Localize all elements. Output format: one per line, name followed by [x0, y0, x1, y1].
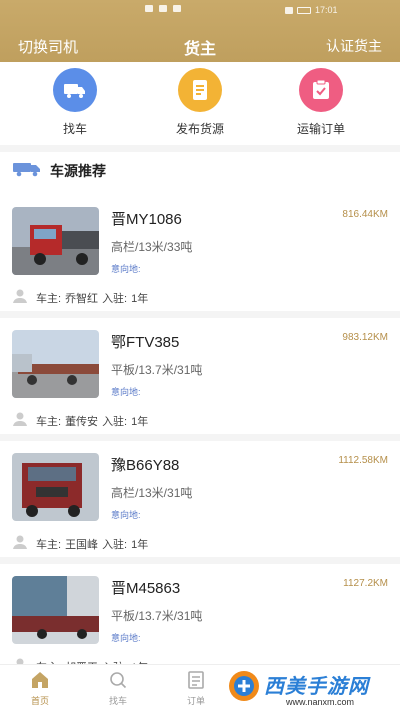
recommend-section-header: 车源推荐 — [12, 160, 106, 182]
truck-icon — [53, 68, 97, 112]
distance: 816.44KM — [342, 209, 388, 220]
destination-label: 意向地: — [111, 633, 141, 643]
tab-orders[interactable]: 订单 — [166, 670, 226, 707]
battery-icon — [297, 6, 311, 14]
owner-label: 车主: — [36, 415, 62, 428]
joined-label: 入驻: — [102, 415, 128, 428]
joined-value: 1年 — [131, 292, 149, 305]
app-root: 17:01 切换司机 货主 认证货主 找车 发布货源 运输订单 车源推荐 晋MY… — [0, 0, 400, 711]
destination-label: 意向地: — [111, 510, 141, 520]
vehicle-card[interactable]: 晋MY1086 816.44KM 高栏/13米/33吨 意向地: 车主: 乔智红… — [0, 195, 400, 318]
find-truck-label: 找车 — [62, 122, 87, 136]
joined-value: 1年 — [131, 415, 149, 428]
owner-name: 王国峰 — [65, 538, 99, 551]
publish-cargo-label: 发布货源 — [175, 122, 224, 136]
header-bar: 17:01 切换司机 货主 认证货主 — [0, 0, 400, 62]
vehicle-card[interactable]: 鄂FTV385 983.12KM 平板/13.7米/31吨 意向地: 车主: 董… — [0, 318, 400, 441]
owner-row: 车主: 王国峰 入驻: 1年 — [12, 534, 148, 553]
order-list-icon — [166, 670, 226, 692]
owner-label: 车主: — [36, 292, 62, 305]
owner-label: 车主: — [36, 538, 62, 551]
distance: 1112.58KM — [338, 455, 388, 466]
tab-find-truck[interactable]: 找车 — [88, 670, 148, 707]
search-truck-icon — [88, 670, 148, 692]
find-truck-action[interactable]: 找车 — [30, 68, 120, 137]
transport-orders-action[interactable]: 运输订单 — [276, 68, 366, 137]
destination-label: 意向地: — [111, 264, 141, 274]
plate-number: 豫B66Y88 — [111, 457, 180, 474]
user-icon — [12, 288, 28, 307]
status-icons-right: 17:01 — [285, 5, 338, 15]
section-title: 车源推荐 — [50, 163, 106, 179]
truck-spec: 平板/13.7米/31吨 — [111, 609, 203, 623]
section-divider — [0, 145, 400, 152]
alert-icon — [173, 5, 181, 12]
watermark: 西美手游网 www.nanxm.com — [222, 664, 400, 711]
truck-icon — [12, 161, 42, 182]
notification-icon — [145, 5, 153, 12]
tab-home[interactable]: 首页 — [10, 670, 70, 707]
vehicle-photo — [12, 207, 99, 275]
plate-number: 晋MY1086 — [111, 211, 182, 228]
transport-orders-label: 运输订单 — [296, 122, 345, 136]
verify-shipper-button[interactable]: 认证货主 — [326, 36, 382, 56]
vehicle-photo — [12, 330, 99, 398]
joined-label: 入驻: — [102, 538, 128, 551]
bottom-tab-bar: 首页 找车 订单 西美手游网 www.nanxm.com — [0, 664, 400, 711]
publish-cargo-action[interactable]: 发布货源 — [155, 68, 245, 137]
user-icon — [12, 411, 28, 430]
truck-spec: 平板/13.7米/31吨 — [111, 363, 203, 377]
destination-label: 意向地: — [111, 387, 141, 397]
watermark-logo-icon — [228, 670, 260, 707]
vehicle-photo — [12, 453, 99, 521]
distance: 1127.2KM — [343, 578, 388, 589]
tab-home-label: 首页 — [30, 696, 49, 706]
joined-label: 入驻: — [102, 292, 128, 305]
vehicle-photo — [12, 576, 99, 644]
status-time: 17:01 — [315, 5, 338, 15]
owner-row: 车主: 乔智红 入驻: 1年 — [12, 288, 148, 307]
status-bar: 17:01 — [0, 2, 400, 20]
owner-name: 董传安 — [65, 415, 99, 428]
vehicle-list: 晋MY1086 816.44KM 高栏/13米/33吨 意向地: 车主: 乔智红… — [0, 195, 400, 687]
watermark-url: www.nanxm.com — [286, 697, 355, 707]
plate-number: 晋M45863 — [111, 580, 181, 597]
owner-name: 乔智红 — [65, 292, 99, 305]
truck-spec: 高栏/13米/33吨 — [111, 240, 193, 254]
document-icon — [178, 68, 222, 112]
user-icon — [12, 534, 28, 553]
wifi-icon — [285, 6, 293, 14]
joined-value: 1年 — [131, 538, 149, 551]
tab-orders-label: 订单 — [186, 696, 205, 706]
watermark-text: 西美手游网 — [264, 676, 369, 698]
home-icon — [10, 670, 70, 692]
tab-find-truck-label: 找车 — [108, 696, 127, 706]
distance: 983.12KM — [342, 332, 388, 343]
plate-number: 鄂FTV385 — [111, 334, 180, 351]
status-icons-left — [145, 5, 181, 12]
truck-spec: 高栏/13米/31吨 — [111, 486, 193, 500]
owner-row: 车主: 董传安 入驻: 1年 — [12, 411, 148, 430]
signal-icon — [159, 5, 167, 12]
quick-actions: 找车 发布货源 运输订单 — [0, 68, 400, 138]
vehicle-card[interactable]: 豫B66Y88 1112.58KM 高栏/13米/31吨 意向地: 车主: 王国… — [0, 441, 400, 564]
order-icon — [299, 68, 343, 112]
